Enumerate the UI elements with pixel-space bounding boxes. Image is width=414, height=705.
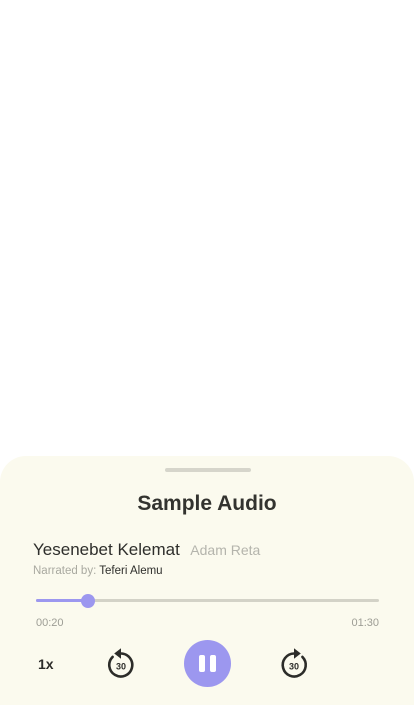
play-pause-button[interactable]: [184, 640, 231, 687]
player-sheet: Sample Audio Yesenebet Kelemat Adam Reta…: [0, 456, 414, 705]
player-title: Sample Audio: [137, 492, 277, 515]
narrator-label: Narrated by:: [33, 565, 97, 577]
track-title: Yesenebet Kelemat: [33, 540, 180, 559]
progress-slider[interactable]: [36, 593, 379, 608]
playback-speed-button[interactable]: 1x: [38, 655, 64, 673]
rewind-30-icon: 30: [107, 648, 134, 678]
rewind-seconds-label: 30: [116, 662, 126, 672]
forward-30-icon: 30: [281, 648, 308, 678]
narrator-info: Narrated by: Teferi Alemu: [33, 565, 163, 577]
elapsed-time: 00:20: [36, 617, 64, 629]
pause-icon: [199, 655, 205, 672]
forward-seconds-label: 30: [289, 662, 299, 672]
track-info: Yesenebet Kelemat Adam Reta: [33, 540, 260, 560]
total-time: 01:30: [351, 617, 379, 629]
rewind-30-button[interactable]: 30: [104, 646, 138, 682]
narrator-name: Teferi Alemu: [99, 565, 163, 577]
progress-thumb[interactable]: [81, 593, 96, 608]
forward-30-button[interactable]: 30: [277, 646, 311, 682]
pause-icon-bar: [210, 655, 216, 672]
sheet-drag-handle[interactable]: [165, 468, 251, 472]
track-author: Adam Reta: [190, 542, 261, 558]
